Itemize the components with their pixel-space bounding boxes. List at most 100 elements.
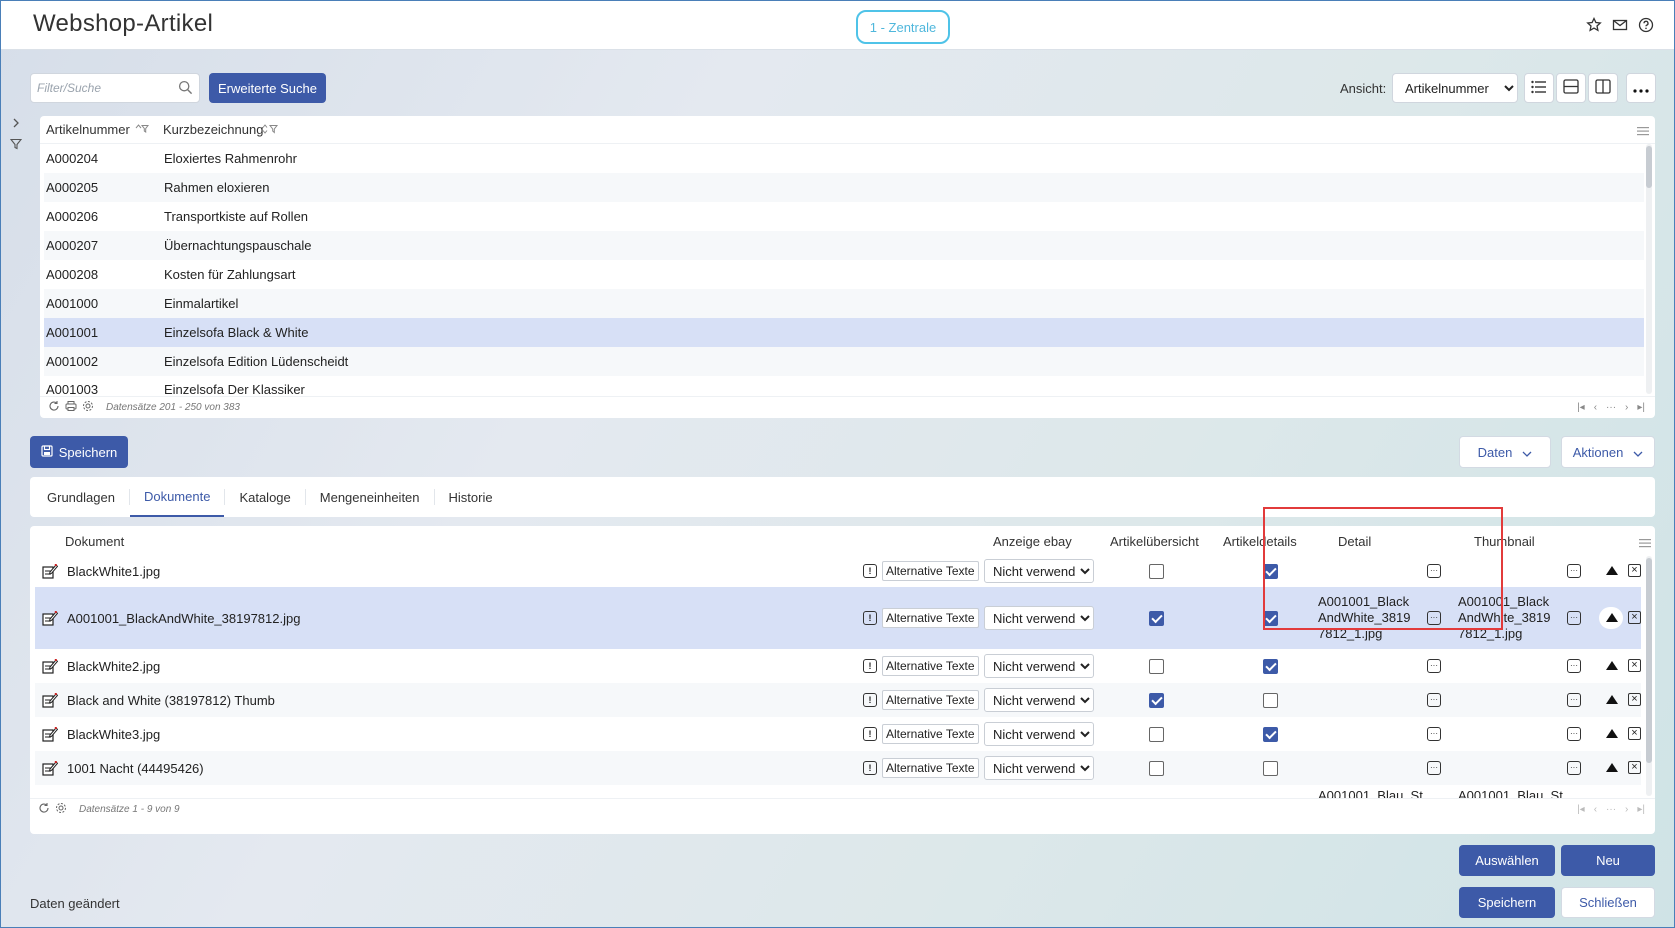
tab-dokumente[interactable]: Dokumente	[129, 477, 225, 517]
data-dropdown-button[interactable]: Daten	[1459, 436, 1551, 468]
search-input[interactable]	[31, 74, 169, 102]
help-icon[interactable]	[1637, 16, 1655, 34]
thumbnail-browse-icon[interactable]: ···	[1567, 611, 1581, 625]
thumbnail-browse-icon[interactable]: ···	[1567, 761, 1581, 775]
info-icon[interactable]: !	[863, 564, 877, 578]
delete-icon[interactable]: ×	[1628, 659, 1641, 672]
ebay-display-select[interactable]: Nicht verwend	[984, 688, 1094, 712]
search-field[interactable]	[30, 73, 200, 103]
thumbnail-browse-icon[interactable]: ···	[1567, 727, 1581, 741]
delete-icon[interactable]: ×	[1628, 693, 1641, 706]
detail-browse-icon[interactable]: ···	[1427, 761, 1441, 775]
next-page-icon[interactable]: ›	[1625, 804, 1628, 815]
overview-checkbox[interactable]	[1149, 659, 1164, 674]
actions-dropdown-button[interactable]: Aktionen	[1561, 436, 1655, 468]
search-icon[interactable]	[178, 80, 193, 98]
details-checkbox[interactable]	[1263, 727, 1278, 742]
delete-icon[interactable]: ×	[1628, 564, 1641, 577]
extended-search-button[interactable]: Erweiterte Suche	[209, 73, 326, 103]
details-checkbox[interactable]	[1263, 611, 1278, 626]
document-row[interactable]: 1001 Nacht (44495426) ! Alternative Text…	[35, 751, 1641, 785]
print-icon[interactable]	[65, 400, 77, 415]
details-checkbox[interactable]	[1263, 564, 1278, 579]
column-header-artikeluebersicht[interactable]: Artikelübersicht	[1110, 534, 1199, 549]
details-checkbox[interactable]	[1263, 659, 1278, 674]
table-row[interactable]: A000208 Kosten für Zahlungsart	[44, 260, 1644, 289]
thumbnail-browse-icon[interactable]: ···	[1567, 693, 1581, 707]
delete-icon[interactable]: ×	[1628, 761, 1641, 774]
overview-checkbox[interactable]	[1149, 761, 1164, 776]
alternative-texts-button[interactable]: Alternative Texte	[882, 608, 979, 628]
mail-icon[interactable]	[1611, 16, 1629, 34]
ebay-display-select[interactable]: Nicht verwend	[984, 606, 1094, 630]
page-dots-icon[interactable]: ···	[1606, 402, 1616, 413]
column-header-anzeige-ebay[interactable]: Anzeige ebay	[993, 534, 1072, 549]
page-dots-icon[interactable]: ···	[1606, 804, 1616, 815]
alternative-texts-button[interactable]: Alternative Texte	[882, 724, 979, 744]
info-icon[interactable]: !	[863, 611, 877, 625]
document-edit-icon[interactable]	[42, 726, 59, 742]
move-up-icon[interactable]	[1606, 763, 1618, 772]
column-header-thumbnail[interactable]: Thumbnail	[1474, 534, 1535, 549]
delete-icon[interactable]: ×	[1628, 611, 1641, 624]
document-edit-icon[interactable]	[42, 563, 59, 579]
view-select[interactable]: Artikelnummer	[1392, 73, 1518, 103]
select-button[interactable]: Auswählen	[1459, 845, 1555, 876]
detail-browse-icon[interactable]: ···	[1427, 727, 1441, 741]
prev-page-icon[interactable]: ‹	[1594, 804, 1597, 815]
document-edit-icon[interactable]	[42, 760, 59, 776]
prev-page-icon[interactable]: ‹	[1594, 402, 1597, 413]
detail-browse-icon[interactable]: ···	[1427, 693, 1441, 707]
info-icon[interactable]: !	[863, 727, 877, 741]
ebay-display-select[interactable]: Nicht verwend	[984, 559, 1094, 583]
move-up-icon[interactable]	[1606, 695, 1618, 704]
document-row[interactable]: BlackWhite1.jpg ! Alternative Texte Nich…	[35, 556, 1641, 587]
overview-checkbox[interactable]	[1149, 611, 1164, 626]
overview-checkbox[interactable]	[1149, 693, 1164, 708]
document-row[interactable]: BlackWhite3.jpg ! Alternative Texte Nich…	[35, 717, 1641, 751]
document-row[interactable]: BlackWhite2.jpg ! Alternative Texte Nich…	[35, 649, 1641, 683]
tab-kataloge[interactable]: Kataloge	[225, 477, 304, 517]
tab-mengeneinheiten[interactable]: Mengeneinheiten	[306, 477, 434, 517]
thumbnail-browse-icon[interactable]: ···	[1567, 564, 1581, 578]
settings-icon[interactable]	[82, 400, 94, 415]
table-row[interactable]: A000206 Transportkiste auf Rollen	[44, 202, 1644, 231]
first-page-icon[interactable]: |◂	[1577, 402, 1585, 413]
close-button[interactable]: Schließen	[1561, 887, 1655, 918]
horizontal-split-button[interactable]	[1556, 73, 1586, 103]
last-page-icon[interactable]: ▸|	[1637, 402, 1645, 413]
column-menu-icon[interactable]	[1639, 536, 1651, 551]
tenant-selector[interactable]: 1 - Zentrale	[856, 10, 950, 44]
detail-browse-icon[interactable]: ···	[1427, 659, 1441, 673]
save-button[interactable]: Speichern	[1459, 887, 1555, 918]
move-up-icon[interactable]	[1606, 661, 1618, 670]
overview-checkbox[interactable]	[1149, 564, 1164, 579]
new-button[interactable]: Neu	[1561, 845, 1655, 876]
document-edit-icon[interactable]	[42, 610, 59, 626]
move-up-icon[interactable]	[1606, 566, 1618, 575]
details-checkbox[interactable]	[1263, 693, 1278, 708]
overview-checkbox[interactable]	[1149, 727, 1164, 742]
ebay-display-select[interactable]: Nicht verwend	[984, 722, 1094, 746]
save-button-top[interactable]: Speichern	[30, 436, 128, 468]
detail-browse-icon[interactable]: ···	[1427, 611, 1441, 625]
column-header-kurzbezeichnung[interactable]: Kurzbezeichnung	[163, 122, 263, 137]
alternative-texts-button[interactable]: Alternative Texte	[882, 690, 979, 710]
delete-icon[interactable]: ×	[1628, 727, 1641, 740]
alternative-texts-button[interactable]: Alternative Texte	[882, 656, 979, 676]
last-page-icon[interactable]: ▸|	[1637, 804, 1645, 815]
document-edit-icon[interactable]	[42, 658, 59, 674]
details-checkbox[interactable]	[1263, 761, 1278, 776]
vertical-scrollbar[interactable]	[1646, 146, 1652, 188]
info-icon[interactable]: !	[863, 761, 877, 775]
document-row[interactable]: Black and White (38197812) Thumb ! Alter…	[35, 683, 1641, 717]
move-up-icon[interactable]	[1606, 729, 1618, 738]
column-header-dokument[interactable]: Dokument	[65, 534, 124, 549]
sort-filter-icon[interactable]	[262, 123, 284, 138]
thumbnail-browse-icon[interactable]: ···	[1567, 659, 1581, 673]
sort-icon[interactable]	[135, 123, 150, 138]
next-page-icon[interactable]: ›	[1625, 402, 1628, 413]
table-row-selected[interactable]: A001001 Einzelsofa Black & White	[44, 318, 1644, 347]
column-header-detail[interactable]: Detail	[1338, 534, 1371, 549]
ebay-display-select[interactable]: Nicht verwend	[984, 756, 1094, 780]
